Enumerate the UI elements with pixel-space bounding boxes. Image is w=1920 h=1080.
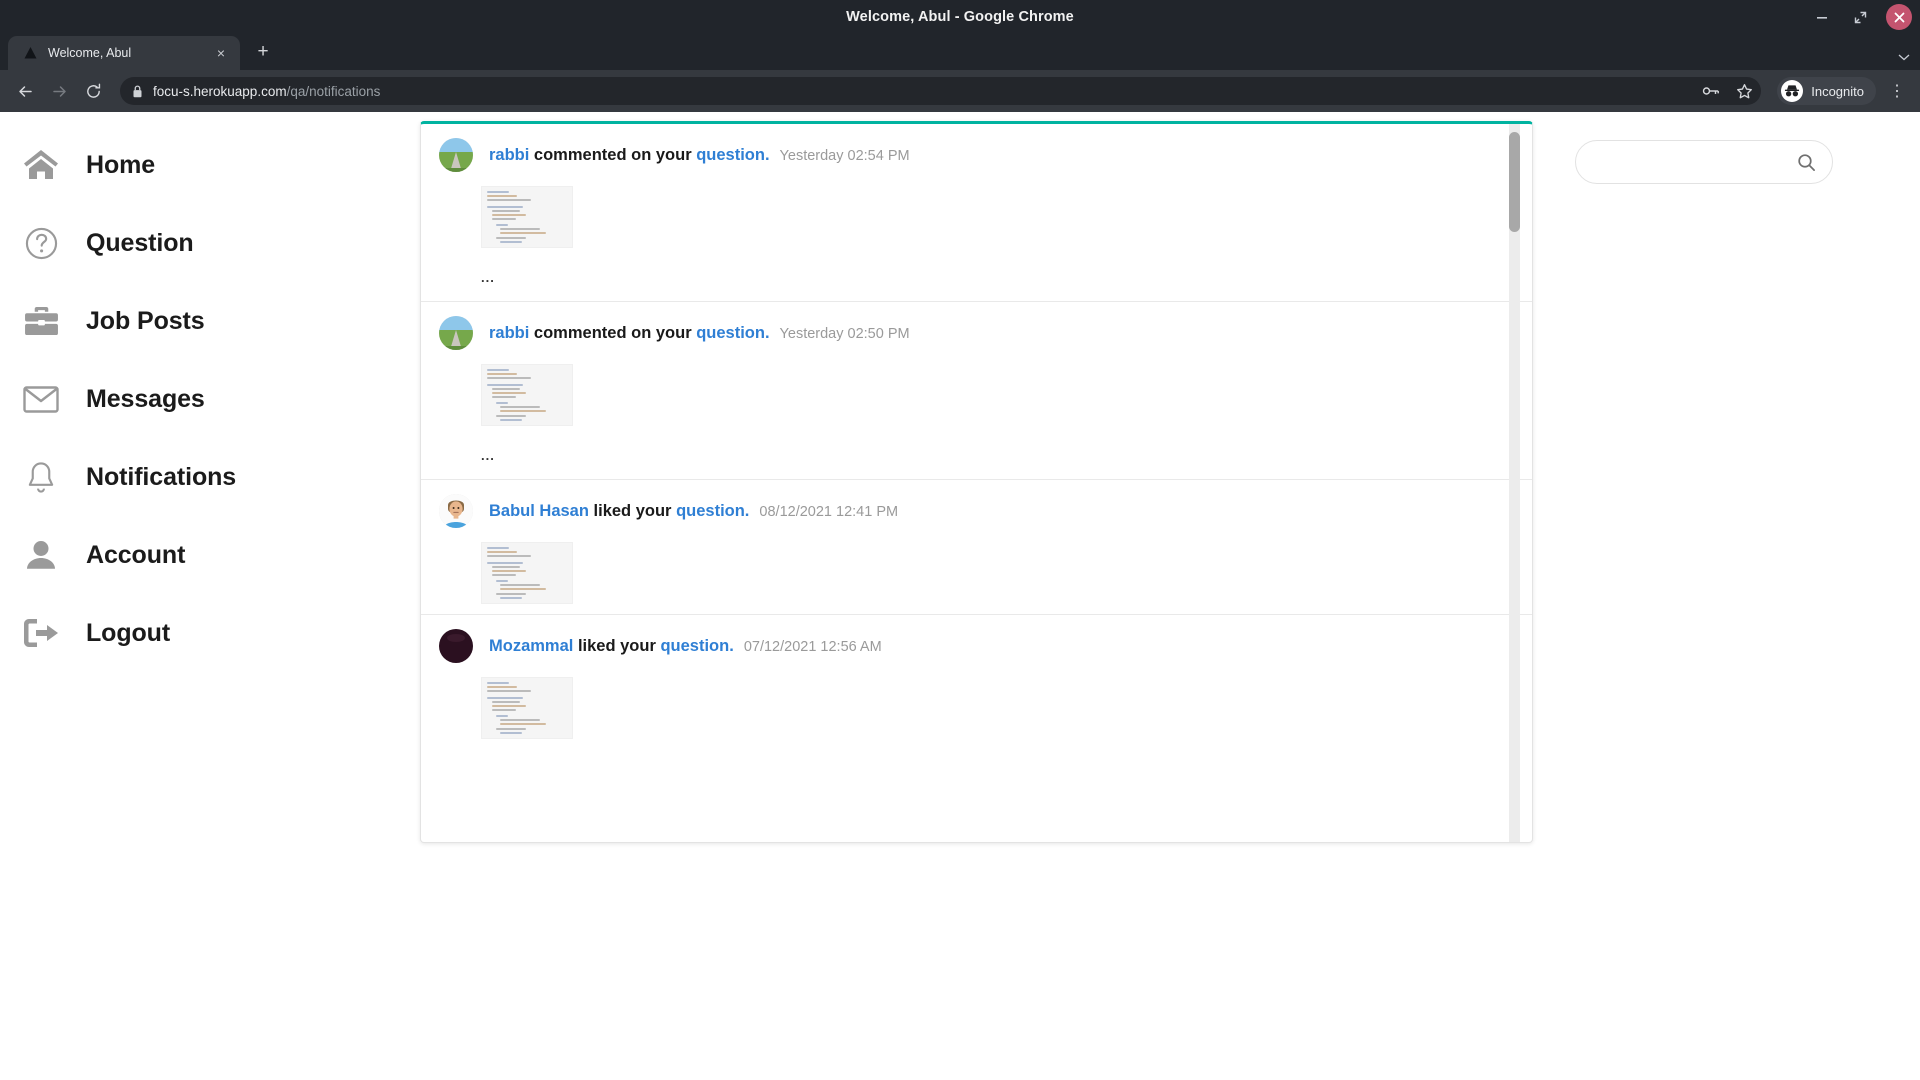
notification-thumbnail[interactable] (481, 364, 573, 426)
tab-title: Welcome, Abul (48, 46, 202, 60)
search-box[interactable] (1575, 140, 1833, 184)
notification-target-link[interactable]: question. (676, 502, 749, 520)
notifications-scrollbar[interactable] (1509, 124, 1520, 842)
notification-thumbnail[interactable] (481, 186, 573, 248)
notification-user[interactable]: Mozammal (489, 637, 573, 655)
tab-favicon-icon (22, 45, 38, 61)
notification-time: Yesterday 02:50 PM (780, 326, 910, 342)
browser-toolbar: focu-s.herokuapp.com/qa/notifications In… (0, 70, 1920, 112)
notification-target-link[interactable]: question. (660, 637, 733, 655)
notification-action: commented on your (529, 146, 696, 164)
notification-ellipsis: ... (481, 448, 1508, 463)
notification-user[interactable]: rabbi (489, 324, 529, 342)
notifications-scroll-area[interactable]: rabbi commented on your question. Yesterd… (421, 124, 1532, 842)
notification-user[interactable]: rabbi (489, 146, 529, 164)
notification-row[interactable]: Babul Hasan liked your question. 08/12/20… (421, 480, 1532, 615)
notification-header: rabbi commented on your question. Yesterd… (439, 316, 1508, 350)
lock-icon (132, 85, 143, 98)
notification-user[interactable]: Babul Hasan (489, 502, 589, 520)
notification-time: 08/12/2021 12:41 PM (759, 504, 898, 520)
notification-row[interactable]: rabbi commented on your question. Yesterd… (421, 124, 1532, 302)
notification-action: commented on your (529, 324, 696, 342)
omnibox-actions (1702, 83, 1753, 100)
notification-ellipsis: ... (481, 270, 1508, 285)
avatar[interactable] (439, 494, 473, 528)
scrollbar-thumb[interactable] (1509, 132, 1520, 232)
notification-header: Mozammal liked your question. 07/12/2021 … (439, 629, 1508, 663)
tab-close-icon[interactable]: × (212, 44, 230, 62)
notification-row[interactable]: Mozammal liked your question. 07/12/2021 … (421, 615, 1532, 749)
briefcase-icon (22, 302, 60, 340)
search-column (1533, 112, 1833, 1080)
browser-tab[interactable]: Welcome, Abul × (8, 36, 240, 70)
url-host: focu-s.herokuapp.com (153, 84, 287, 99)
notification-thumbnail[interactable] (481, 677, 573, 739)
tabstrip-menu-icon[interactable] (1898, 48, 1910, 64)
notification-text: Mozammal liked your question. 07/12/2021 … (489, 637, 882, 656)
sidebar-label-job-posts: Job Posts (86, 307, 205, 336)
notification-row[interactable]: rabbi commented on your question. Yesterd… (421, 302, 1532, 480)
profile-incognito-badge[interactable]: Incognito (1777, 77, 1876, 105)
sidebar-label-account: Account (86, 541, 185, 570)
browser-menu-icon[interactable]: ⋮ (1884, 76, 1910, 106)
notification-target-link[interactable]: question. (696, 324, 769, 342)
address-bar[interactable]: focu-s.herokuapp.com/qa/notifications (120, 77, 1761, 105)
notification-target-link[interactable]: question. (696, 146, 769, 164)
sidebar-item-question[interactable]: Question (0, 204, 420, 282)
avatar[interactable] (439, 138, 473, 172)
avatar[interactable] (439, 316, 473, 350)
window-title: Welcome, Abul - Google Chrome (0, 9, 1920, 25)
url-path: /qa/notifications (287, 84, 381, 99)
sidebar-label-notifications: Notifications (86, 463, 236, 492)
profile-label: Incognito (1811, 84, 1864, 99)
restore-button[interactable] (1848, 5, 1872, 29)
back-button[interactable] (10, 76, 40, 106)
logout-icon (22, 614, 60, 652)
forward-button[interactable] (44, 76, 74, 106)
notification-header: rabbi commented on your question. Yesterd… (439, 138, 1508, 172)
envelope-icon (22, 380, 60, 418)
bookmark-star-icon[interactable] (1736, 83, 1753, 100)
notifications-panel-wrapper: rabbi commented on your question. Yesterd… (420, 112, 1533, 1080)
notification-header: Babul Hasan liked your question. 08/12/20… (439, 494, 1508, 528)
user-icon (22, 536, 60, 574)
page-body: Home Question Job Posts (0, 112, 1920, 1080)
minimize-button[interactable] (1810, 5, 1834, 29)
search-icon[interactable] (1797, 153, 1816, 172)
sidebar-item-job-posts[interactable]: Job Posts (0, 282, 420, 360)
close-button[interactable] (1886, 4, 1912, 30)
notification-action: liked your (573, 637, 660, 655)
avatar[interactable] (439, 629, 473, 663)
notifications-card: rabbi commented on your question. Yesterd… (420, 121, 1533, 843)
sidebar-item-account[interactable]: Account (0, 516, 420, 594)
sidebar-label-question: Question (86, 229, 194, 258)
home-icon (22, 146, 60, 184)
new-tab-button[interactable]: + (248, 37, 278, 67)
question-circle-icon (22, 224, 60, 262)
notification-thumbnail[interactable] (481, 542, 573, 604)
sidebar-label-messages: Messages (86, 385, 205, 414)
notification-time: 07/12/2021 12:56 AM (744, 639, 882, 655)
sidebar-label-logout: Logout (86, 619, 170, 648)
url-text: focu-s.herokuapp.com/qa/notifications (153, 84, 380, 99)
sidebar-item-home[interactable]: Home (0, 126, 420, 204)
browser-tabstrip: Welcome, Abul × + (0, 34, 1920, 70)
search-input[interactable] (1594, 154, 1797, 170)
notification-text: rabbi commented on your question. Yesterd… (489, 324, 910, 343)
window-titlebar: Welcome, Abul - Google Chrome (0, 0, 1920, 34)
notification-action: liked your (589, 502, 676, 520)
notification-text: Babul Hasan liked your question. 08/12/20… (489, 502, 898, 521)
sidebar-item-notifications[interactable]: Notifications (0, 438, 420, 516)
sidebar-item-logout[interactable]: Logout (0, 594, 420, 672)
bell-icon (22, 458, 60, 496)
incognito-icon (1781, 80, 1803, 102)
sidebar-item-messages[interactable]: Messages (0, 360, 420, 438)
sidebar-label-home: Home (86, 151, 155, 180)
window-controls (1810, 0, 1912, 34)
notification-text: rabbi commented on your question. Yesterd… (489, 146, 910, 165)
reload-button[interactable] (78, 76, 108, 106)
sidebar: Home Question Job Posts (0, 112, 420, 1080)
notification-time: Yesterday 02:54 PM (780, 148, 910, 164)
password-key-icon[interactable] (1702, 84, 1720, 98)
